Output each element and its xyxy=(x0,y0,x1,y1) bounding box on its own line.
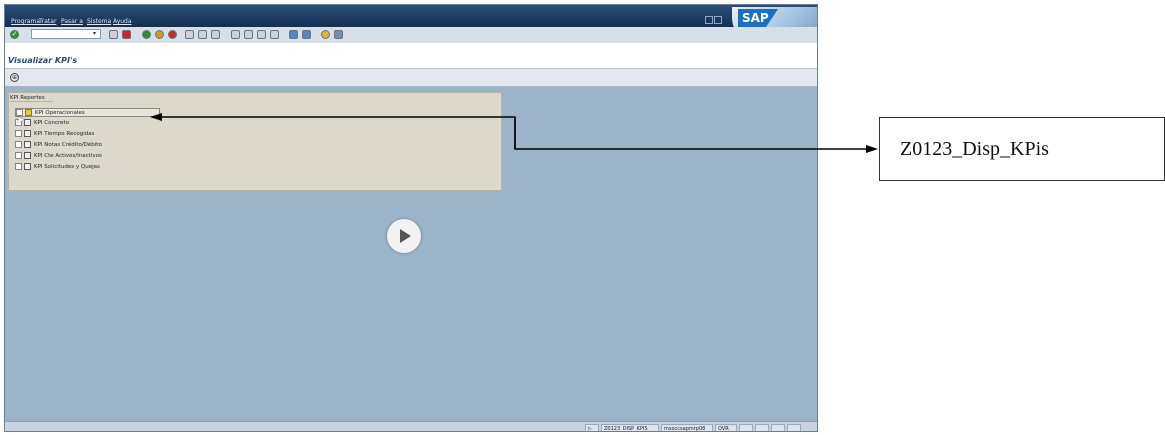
callout-text: Z0123_Disp_KPis xyxy=(900,138,1049,160)
left-arrowhead xyxy=(150,113,162,121)
callout-box: Z0123_Disp_KPis xyxy=(879,117,1165,181)
pointer-arrow-line xyxy=(160,116,516,149)
right-arrowhead xyxy=(866,145,878,153)
annotation-arrows xyxy=(150,113,878,153)
callout-arrow-line xyxy=(514,117,866,150)
